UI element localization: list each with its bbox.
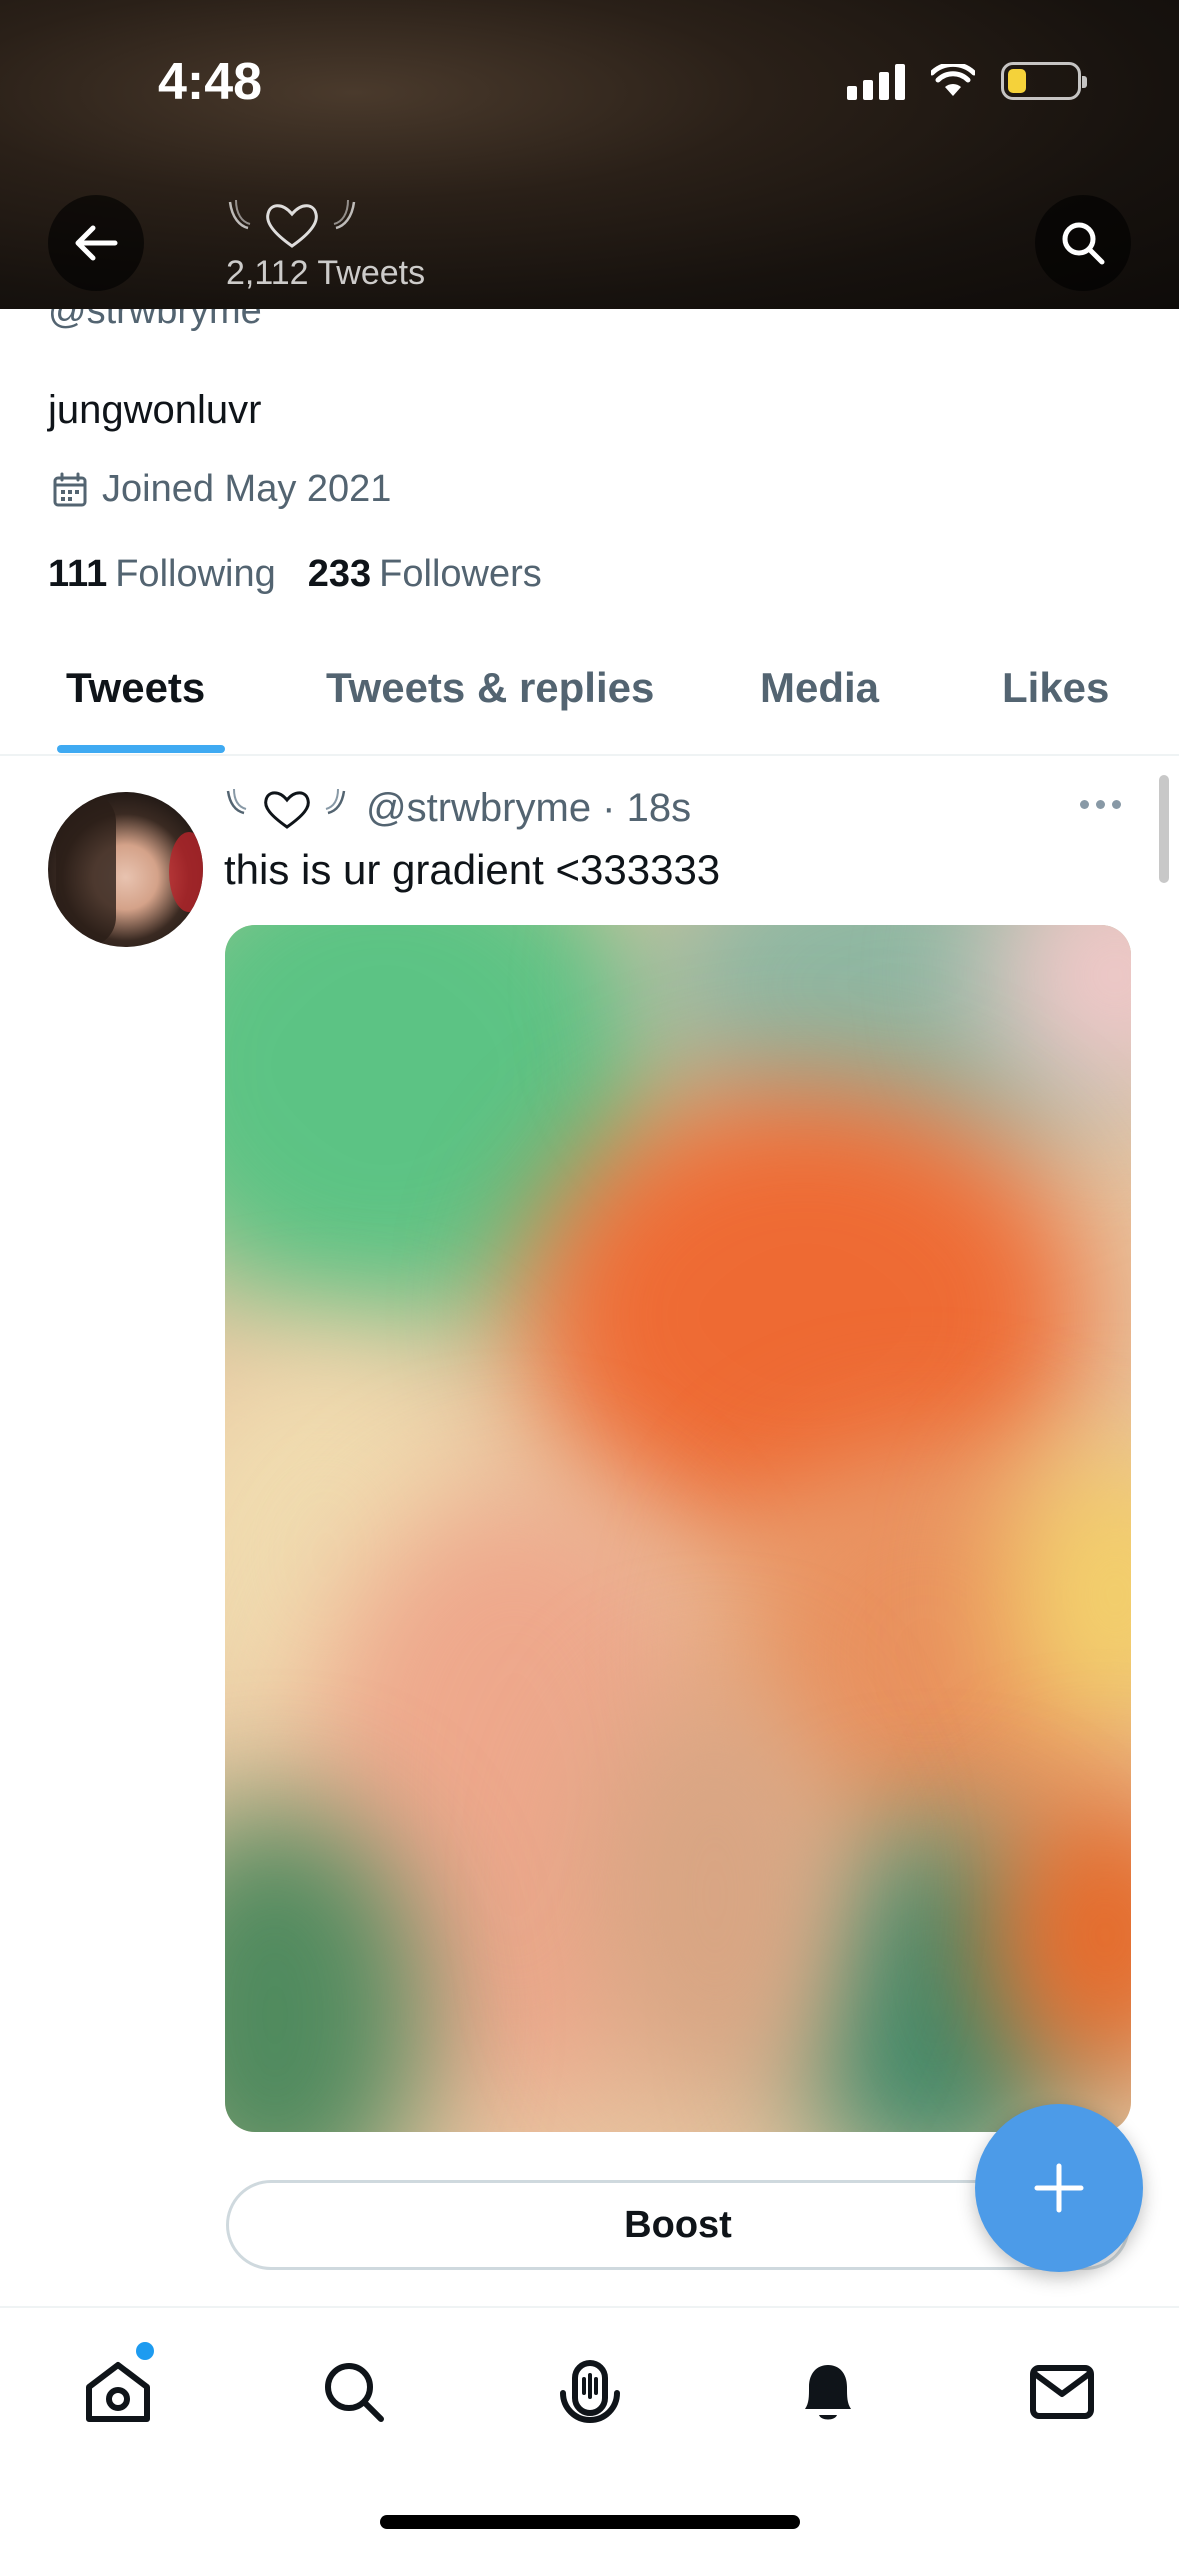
plus-icon [1034, 2163, 1084, 2213]
followers-count: 233 [307, 553, 372, 595]
search-button-overlay[interactable] [1035, 195, 1131, 291]
home-indicator [380, 2515, 800, 2529]
tab-tweets[interactable]: Tweets [66, 664, 205, 712]
explore-search-icon [325, 2363, 384, 2422]
home-notification-dot [136, 2342, 154, 2360]
back-arrow-icon [75, 225, 118, 261]
following-link[interactable]: 111 Following [48, 553, 276, 596]
heart-with-wings-icon [228, 199, 356, 248]
spaces-icon [560, 2360, 620, 2423]
compose-tweet-button[interactable] [975, 2104, 1143, 2272]
followers-link[interactable]: 233 Followers [308, 553, 542, 596]
display-name: jungwonluvr [48, 388, 262, 432]
nav-explore[interactable] [314, 2352, 394, 2432]
active-tab-indicator [57, 745, 225, 753]
followers-label: Followers [379, 553, 542, 595]
tweet-text: this is ur gradient <333333 [224, 846, 721, 893]
tab-likes[interactable]: Likes [1002, 664, 1109, 712]
tab-media[interactable]: Media [760, 664, 879, 712]
profile-tabs: Tweets Tweets & replies Media Likes [0, 640, 1179, 756]
messages-mail-icon [1030, 2365, 1094, 2419]
nav-home[interactable] [78, 2352, 158, 2432]
search-icon [1062, 222, 1105, 265]
tweet-image[interactable] [225, 925, 1131, 2132]
scrollbar[interactable] [1159, 775, 1169, 883]
nav-notifications[interactable] [788, 2352, 868, 2432]
signal-icon [847, 62, 905, 100]
follow-stats: 111 Following 233 Followers [48, 553, 542, 596]
status-time-overlay: 4:48 [158, 53, 263, 111]
joined-date: Joined May 2021 [52, 468, 391, 511]
header-tweet-count-overlay: 2,112 Tweets [226, 254, 426, 292]
back-button-overlay[interactable] [48, 195, 144, 291]
joined-label: Joined May 2021 [102, 468, 392, 510]
nav-spaces[interactable] [550, 2352, 630, 2432]
notifications-bell-icon [805, 2365, 851, 2420]
more-icon[interactable] [1080, 800, 1121, 809]
status-icons-overlay [847, 62, 1087, 100]
tab-tweets-replies[interactable]: Tweets & replies [326, 664, 654, 712]
following-label: Following [115, 553, 276, 595]
following-count: 111 [48, 553, 108, 595]
nav-messages[interactable] [1022, 2352, 1102, 2432]
calendar-icon [53, 472, 87, 506]
tweet-handle-time[interactable]: @strwbryme · 18s [366, 786, 691, 831]
heart-with-wings-icon [226, 788, 346, 829]
wifi-icon [931, 64, 975, 96]
avatar[interactable] [48, 792, 203, 947]
header-name-ornament-overlay [222, 196, 362, 257]
home-icon [86, 2362, 150, 2422]
battery-icon [1001, 62, 1087, 100]
tweet-header: @strwbryme · 18s [224, 786, 691, 831]
